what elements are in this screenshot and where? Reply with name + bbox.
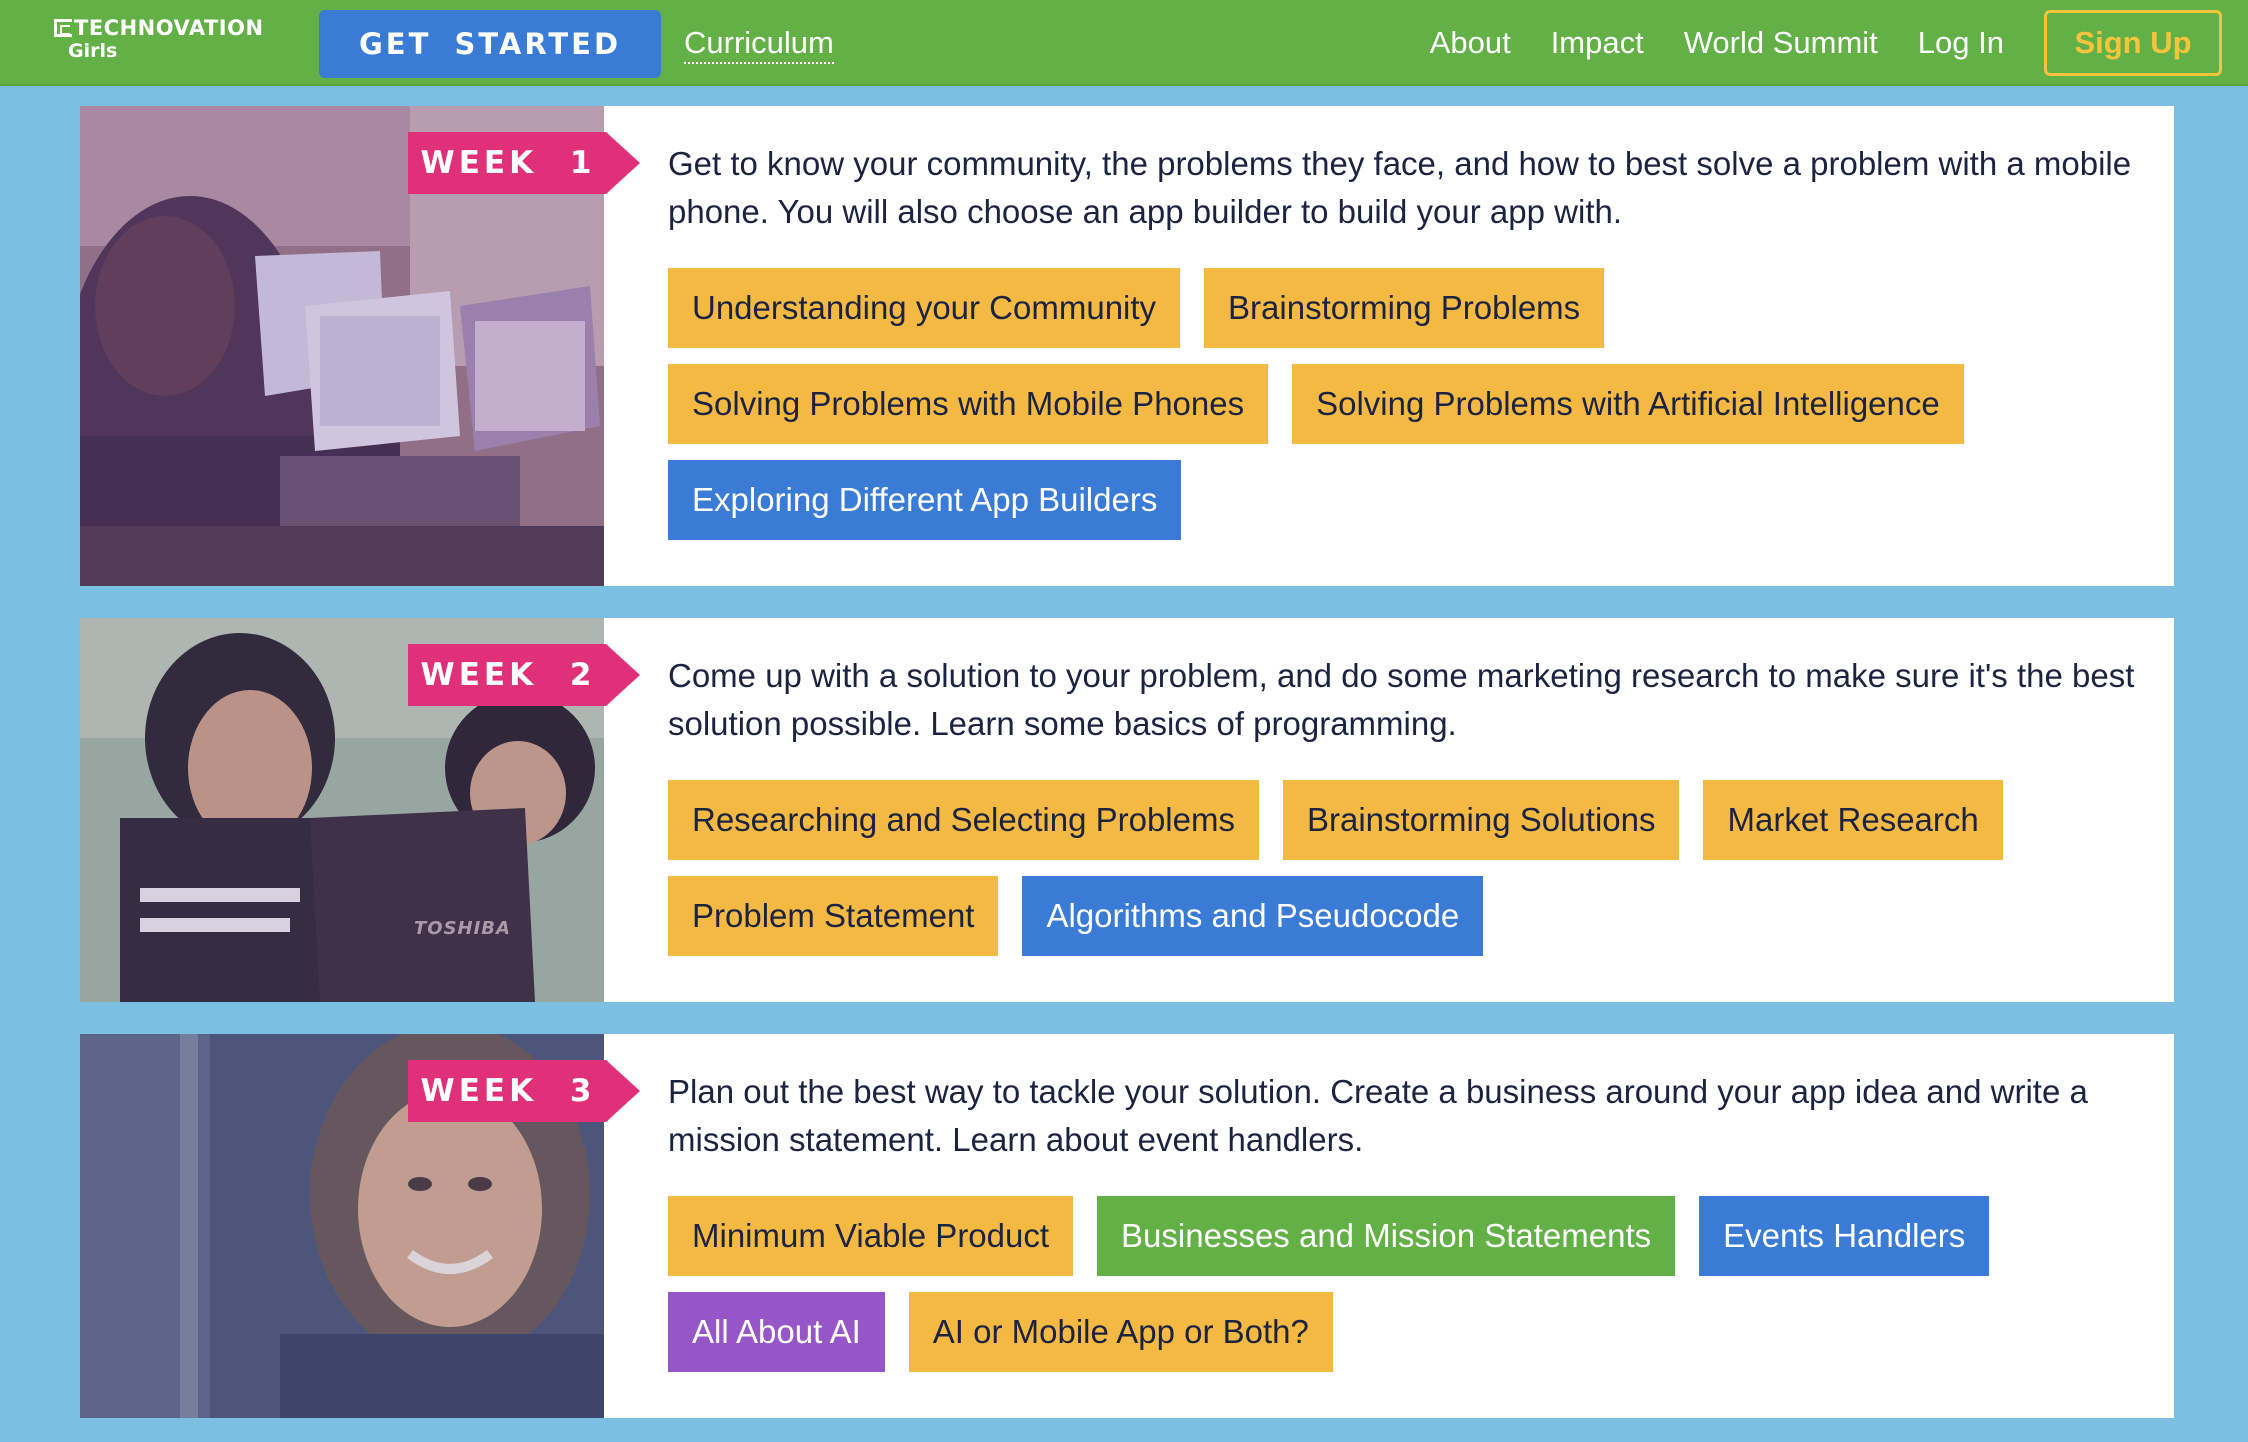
technovation-logo[interactable]: TECHNOVATION Girls [54, 16, 264, 66]
week-card-2: TOSHIBA WEEK 2 Come up with a solution t… [80, 618, 2174, 1002]
topic-tags: Researching and Selecting Problems Brain… [668, 780, 2138, 972]
week-card-3: WEEK 3 Plan out the best way to tackle y… [80, 1034, 2174, 1418]
nav-link-log-in[interactable]: Log In [1918, 25, 2004, 61]
topic-tag[interactable]: All About AI [668, 1292, 885, 1372]
nav-link-world-summit[interactable]: World Summit [1684, 25, 1878, 61]
topic-tag[interactable]: Solving Problems with Artificial Intelli… [1292, 364, 1964, 444]
top-nav: TECHNOVATION Girls GET STARTED Curriculu… [0, 0, 2248, 86]
week-badge: WEEK 1 [408, 132, 640, 194]
topic-tag[interactable]: Brainstorming Solutions [1282, 780, 1680, 860]
topic-tag[interactable]: Market Research [1703, 780, 2003, 860]
topic-tag[interactable]: Solving Problems with Mobile Phones [668, 364, 1269, 444]
week-description: Come up with a solution to your problem,… [668, 657, 2135, 742]
topic-tag[interactable]: Algorithms and Pseudocode [1022, 876, 1484, 956]
topic-tag[interactable]: Understanding your Community [668, 268, 1181, 348]
topic-tags: Understanding your Community Brainstormi… [668, 268, 2138, 556]
nav-link-curriculum[interactable]: Curriculum [684, 22, 834, 64]
week-label: WEEK 3 [420, 1073, 596, 1109]
topic-tag[interactable]: Exploring Different App Builders [668, 460, 1182, 540]
logo-text: TECHNOVATION [74, 16, 264, 40]
nav-link-impact[interactable]: Impact [1551, 25, 1644, 61]
topic-tag[interactable]: Businesses and Mission Statements [1097, 1196, 1676, 1276]
week-label: WEEK 1 [420, 145, 596, 181]
get-started-button[interactable]: GET STARTED [319, 10, 661, 78]
nav-links: About Impact World Summit Log In Sign Up [1430, 0, 2248, 86]
topic-tag[interactable]: Brainstorming Problems [1204, 268, 1605, 348]
logo-sub-text: Girls [68, 40, 118, 62]
week-content: Get to know your community, the problems… [668, 140, 2138, 556]
topic-tag[interactable]: Problem Statement [668, 876, 999, 956]
week-content: Come up with a solution to your problem,… [668, 652, 2138, 972]
week-description: Plan out the best way to tackle your sol… [668, 1073, 2088, 1158]
topic-tags: Minimum Viable Product Businesses and Mi… [668, 1196, 2138, 1388]
week-description: Get to know your community, the problems… [668, 145, 2132, 230]
topic-tag[interactable]: Researching and Selecting Problems [668, 780, 1259, 860]
topic-tag[interactable]: Events Handlers [1699, 1196, 1990, 1276]
week-badge: WEEK 2 [408, 644, 640, 706]
nav-link-about[interactable]: About [1430, 25, 1511, 61]
photo-laptop-brand-text: TOSHIBA [414, 918, 511, 939]
topic-tag[interactable]: Minimum Viable Product [668, 1196, 1074, 1276]
week-content: Plan out the best way to tackle your sol… [668, 1068, 2138, 1388]
topic-tag[interactable]: AI or Mobile App or Both? [908, 1292, 1333, 1372]
week-label: WEEK 2 [420, 657, 596, 693]
sign-up-button[interactable]: Sign Up [2044, 10, 2222, 76]
week-badge: WEEK 3 [408, 1060, 640, 1122]
logo-mark-icon [54, 19, 72, 37]
week-card-1: WEEK 1 Get to know your community, the p… [80, 106, 2174, 586]
